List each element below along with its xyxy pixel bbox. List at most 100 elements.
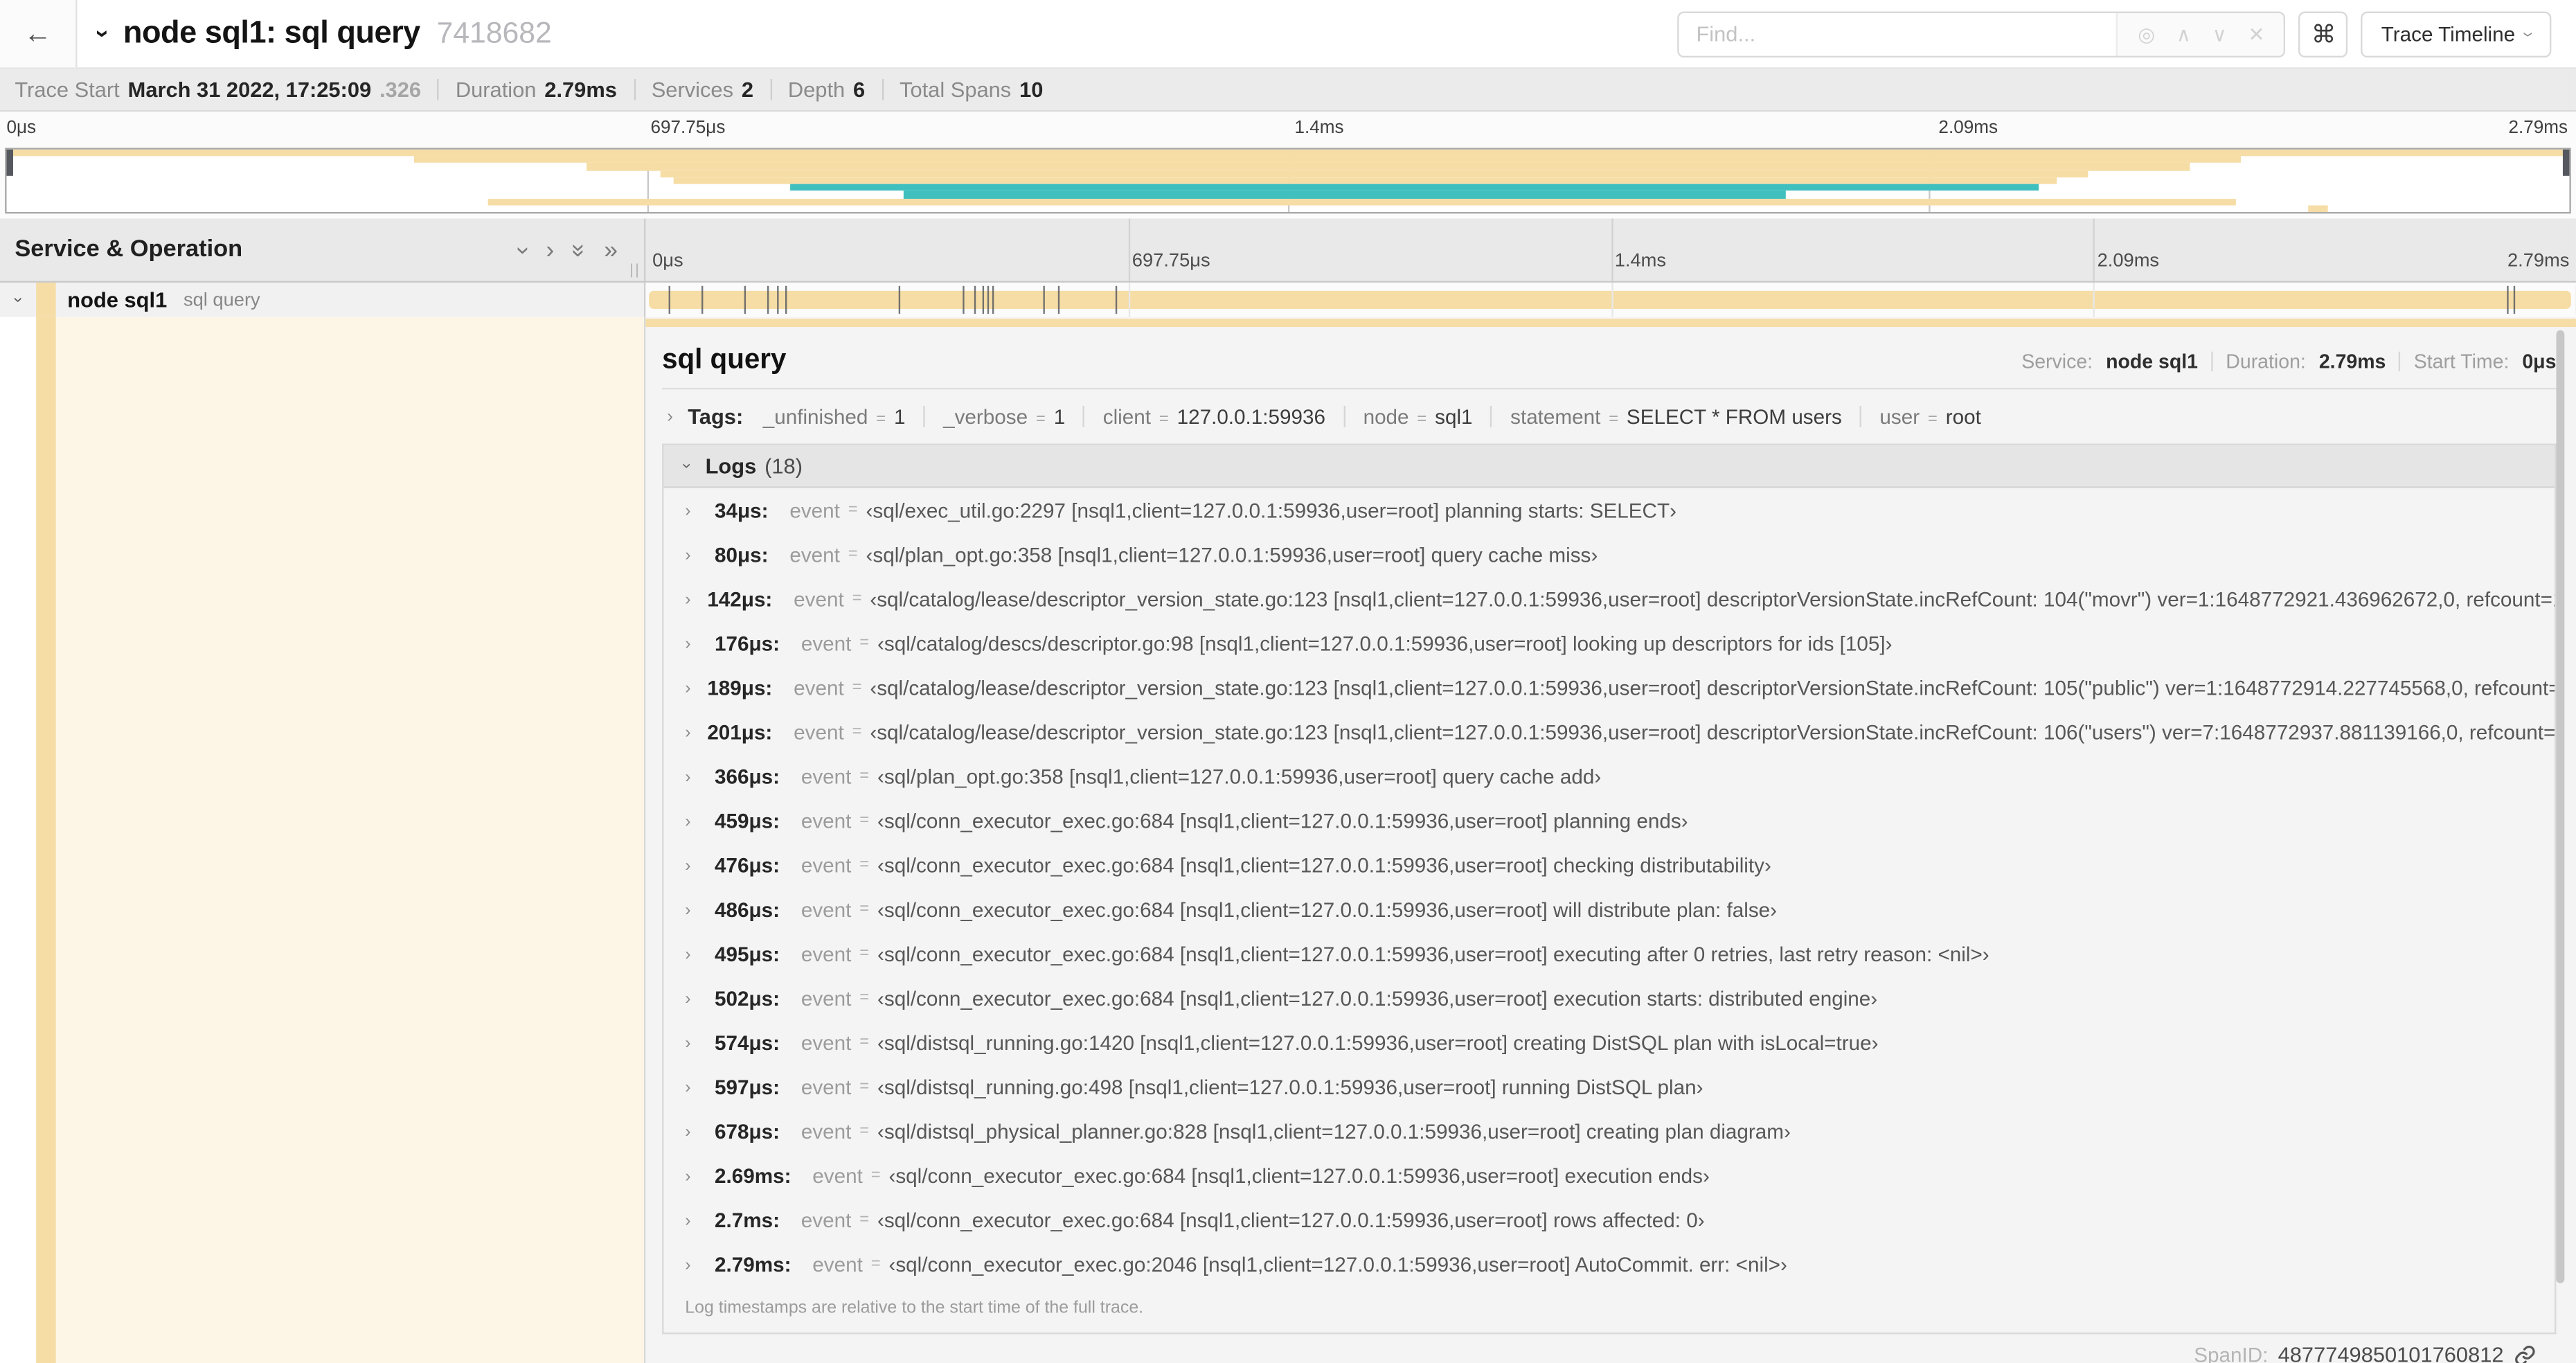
log-row[interactable]: › 495μs: event = ‹sql/conn_executor_exec.go:… — [663, 932, 2555, 976]
log-equals: = — [859, 767, 870, 786]
trace-title: node sql1: sql query — [123, 15, 420, 51]
minimap-left-scrubber[interactable] — [6, 149, 13, 176]
log-field-key: event — [812, 1164, 863, 1188]
log-marker[interactable] — [981, 285, 984, 314]
log-timestamp: 2.7ms: — [714, 1208, 780, 1232]
log-field-key: event — [800, 1119, 852, 1143]
keyboard-shortcuts-button[interactable]: ⌘ — [2299, 10, 2349, 57]
span-detail-row: sql query Service: node sql1 Duration: 2… — [0, 317, 2576, 1363]
span-collapse-icon[interactable]: › — [0, 291, 36, 309]
tag-key: node — [1363, 404, 1409, 429]
span-id-label: SpanID: — [2194, 1343, 2269, 1363]
service-value: node sql1 — [2106, 350, 2198, 373]
log-marker[interactable] — [2506, 285, 2509, 314]
log-row[interactable]: › 678μs: event = ‹sql/distsql_physical_plann… — [663, 1109, 2555, 1153]
page-header: ← › node sql1: sql query 7418682 ◎ ∧ ∨ ✕ ⌘ … — [0, 0, 2576, 69]
view-selector-button[interactable]: Trace Timeline › — [2361, 10, 2552, 57]
summary-item: Duration 2.79ms — [456, 78, 617, 103]
tags-row[interactable]: › Tags: _unfinished = 1 _verbose = 1 client = 12… — [662, 404, 2556, 429]
log-row[interactable]: › 142μs: event = ‹sql/catalog/lease/descript… — [663, 577, 2555, 621]
collapse-controls: › › » » — [510, 238, 644, 262]
tag-value: root — [1945, 404, 1981, 429]
minimap-canvas[interactable] — [5, 148, 2571, 214]
locate-icon[interactable]: ◎ — [2138, 24, 2155, 43]
log-row[interactable]: › 476μs: event = ‹sql/conn_executor_exec.go:… — [663, 843, 2555, 887]
detail-header-row[interactable]: sql query Service: node sql1 Duration: 2… — [662, 344, 2556, 376]
log-row[interactable]: › 2.7ms: event = ‹sql/conn_executor_exec.go:… — [663, 1197, 2555, 1242]
header-toolbar: ◎ ∧ ∨ ✕ ⌘ Trace Timeline › — [1678, 10, 2576, 57]
log-row[interactable]: › 366μs: event = ‹sql/plan_opt.go:358 [nsql1… — [663, 754, 2555, 799]
ruler-gridline — [1128, 218, 1130, 281]
chevron-right-icon: › — [685, 633, 691, 654]
detail-content: sql query Service: node sql1 Duration: 2… — [645, 327, 2576, 1363]
log-marker[interactable] — [1042, 285, 1045, 314]
log-timestamp: 486μs: — [714, 898, 780, 921]
log-row[interactable]: › 486μs: event = ‹sql/conn_executor_exec.go:… — [663, 887, 2555, 932]
collapse-all-icon[interactable]: » — [565, 243, 593, 257]
log-row[interactable]: › 502μs: event = ‹sql/conn_executor_exec.go:… — [663, 976, 2555, 1020]
log-marker[interactable] — [1058, 285, 1061, 314]
expand-all-icon[interactable]: » — [604, 238, 618, 262]
summary-value: 2 — [741, 77, 754, 103]
tag-key: user — [1879, 404, 1920, 429]
minimap-span-bar — [488, 197, 2237, 205]
log-marker[interactable] — [2513, 285, 2516, 314]
log-row[interactable]: › 80μs: event = ‹sql/plan_opt.go:358 [nsql1,… — [663, 533, 2555, 577]
log-row[interactable]: › 2.69ms: event = ‹sql/conn_executor_exec.go… — [663, 1153, 2555, 1197]
log-row[interactable]: › 597μs: event = ‹sql/distsql_running.go:498… — [663, 1064, 2555, 1109]
collapse-one-icon[interactable]: › — [510, 246, 537, 254]
log-marker[interactable] — [785, 285, 787, 314]
clear-search-icon[interactable]: ✕ — [2248, 24, 2264, 43]
log-row[interactable]: › 574μs: event = ‹sql/distsql_running.go:142… — [663, 1020, 2555, 1064]
log-row[interactable]: › 189μs: event = ‹sql/catalog/lease/descript… — [663, 666, 2555, 710]
log-marker[interactable] — [701, 285, 703, 314]
log-row[interactable]: › 176μs: event = ‹sql/catalog/descs/descript… — [663, 621, 2555, 666]
chevron-down-icon: › — [677, 463, 695, 469]
span-detail-panel: sql query Service: node sql1 Duration: 2… — [645, 317, 2576, 1363]
log-marker[interactable] — [744, 285, 746, 314]
start-time-value: 0μs — [2522, 350, 2557, 373]
log-field-key: event — [800, 1075, 852, 1098]
log-field-value: ‹sql/conn_executor_exec.go:2046 [nsql1,c… — [888, 1252, 1787, 1276]
vertical-scrollbar[interactable] — [2556, 330, 2565, 1283]
trace-page: ← › node sql1: sql query 7418682 ◎ ∧ ∨ ✕ ⌘ … — [0, 0, 2576, 1363]
log-marker[interactable] — [974, 285, 977, 314]
span-color-accent — [36, 283, 56, 317]
log-row[interactable]: › 201μs: event = ‹sql/catalog/lease/descript… — [663, 710, 2555, 754]
log-marker[interactable] — [898, 285, 901, 314]
expand-one-icon[interactable]: › — [546, 238, 554, 262]
log-field-value: ‹sql/plan_opt.go:358 [nsql1,client=127.0… — [877, 765, 1602, 788]
log-row[interactable]: › 2.79ms: event = ‹sql/conn_executor_exec.go… — [663, 1242, 2555, 1287]
log-field-key: event — [800, 986, 852, 1010]
span-row-name-cell[interactable]: › node sql1 sql query — [0, 283, 646, 317]
chevron-right-icon: › — [685, 500, 691, 520]
find-input[interactable] — [1679, 12, 2117, 55]
chevron-right-icon: › — [685, 589, 691, 609]
log-marker[interactable] — [1114, 285, 1117, 314]
log-equals: = — [852, 722, 862, 741]
log-marker[interactable] — [776, 285, 778, 314]
column-resizer-handle[interactable]: || — [629, 261, 641, 278]
log-row[interactable]: › 34μs: event = ‹sql/exec_util.go:2297 [nsql… — [663, 488, 2555, 533]
log-marker[interactable] — [992, 285, 995, 314]
chevron-right-icon: › — [685, 722, 691, 742]
log-marker[interactable] — [767, 285, 769, 314]
log-marker[interactable] — [963, 285, 965, 314]
span-service-name: node sql1 — [67, 287, 168, 312]
log-row[interactable]: › 459μs: event = ‹sql/conn_executor_exec.go:… — [663, 799, 2555, 843]
next-result-icon[interactable]: ∨ — [2212, 24, 2227, 43]
collapse-trace-icon[interactable]: › — [89, 30, 116, 38]
log-marker[interactable] — [669, 285, 671, 314]
logs-header[interactable]: › Logs (18) — [663, 445, 2555, 488]
log-marker[interactable] — [987, 285, 990, 314]
span-duration-bar[interactable] — [649, 290, 2571, 310]
back-button[interactable]: ← — [0, 0, 78, 68]
log-field-key: event — [800, 942, 852, 965]
chevron-right-icon: › — [685, 1166, 691, 1186]
deep-link-icon[interactable] — [2514, 1343, 2537, 1363]
span-row-timeline-cell[interactable] — [645, 283, 2576, 317]
detail-left-background — [55, 317, 644, 1363]
prev-result-icon[interactable]: ∧ — [2176, 24, 2191, 43]
log-equals: = — [859, 989, 870, 1008]
minimap-right-scrubber[interactable] — [2562, 149, 2570, 176]
